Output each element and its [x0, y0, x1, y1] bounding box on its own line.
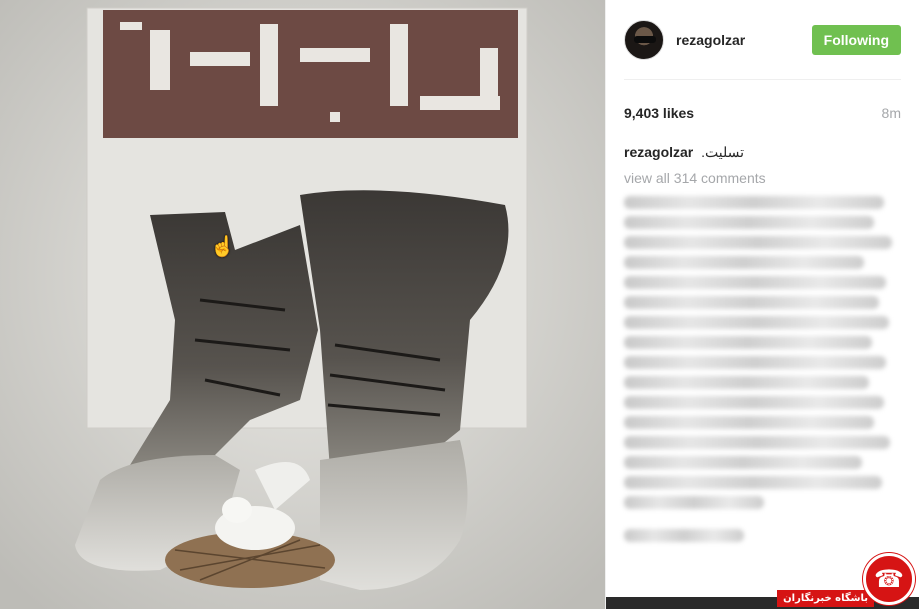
blurred-comment-line — [624, 296, 879, 309]
watermark-label: باشگاه خبرنگاران — [777, 590, 874, 607]
post-time[interactable]: 8m — [882, 105, 901, 121]
blurred-comment-line — [624, 256, 864, 269]
blurred-comments — [624, 196, 901, 542]
likes-count[interactable]: 9,403 likes — [624, 105, 694, 121]
blurred-comment-line — [624, 236, 892, 249]
view-all-comments-link[interactable]: view all 314 comments — [624, 170, 901, 186]
blurred-comment-line — [624, 336, 872, 349]
username-link[interactable]: rezagolzar — [676, 32, 812, 48]
blurred-comment-line — [624, 476, 882, 489]
post-photo[interactable]: ☝ — [0, 0, 606, 609]
blurred-comment-line — [624, 196, 884, 209]
avatar[interactable] — [624, 19, 664, 60]
blurred-comment-line — [624, 376, 869, 389]
watermark-logo: باشگاه خبرنگاران ☎ — [777, 529, 919, 609]
blurred-comment-line — [624, 529, 744, 542]
blurred-comment-line — [624, 456, 862, 469]
post-sidebar: rezagolzar Following 9,403 likes 8m reza… — [606, 0, 919, 609]
blurred-comment-line — [624, 396, 884, 409]
following-button[interactable]: Following — [811, 24, 901, 55]
blurred-comment-line — [624, 276, 886, 289]
blurred-comment-line — [624, 436, 890, 449]
post-meta: 9,403 likes 8m — [624, 80, 901, 142]
blurred-comment-line — [624, 356, 886, 369]
blurred-comment-line — [624, 216, 874, 229]
post-header: rezagolzar Following — [624, 0, 901, 80]
instagram-post: ☝ rezagolzar Following 9,403 likes 8m re… — [0, 0, 919, 609]
blurred-comment-line — [624, 316, 889, 329]
caption: rezagolzar .تسلیت — [624, 144, 901, 161]
blurred-comment-line — [624, 416, 874, 429]
hand-pointer-icon: ☝ — [210, 236, 235, 258]
watermark-logo-icon: ☎ — [863, 553, 915, 605]
boots-illustration — [0, 0, 605, 609]
blurred-comment-line — [624, 496, 764, 509]
caption-text: .تسلیت — [701, 144, 745, 160]
caption-username[interactable]: rezagolzar — [624, 144, 693, 160]
